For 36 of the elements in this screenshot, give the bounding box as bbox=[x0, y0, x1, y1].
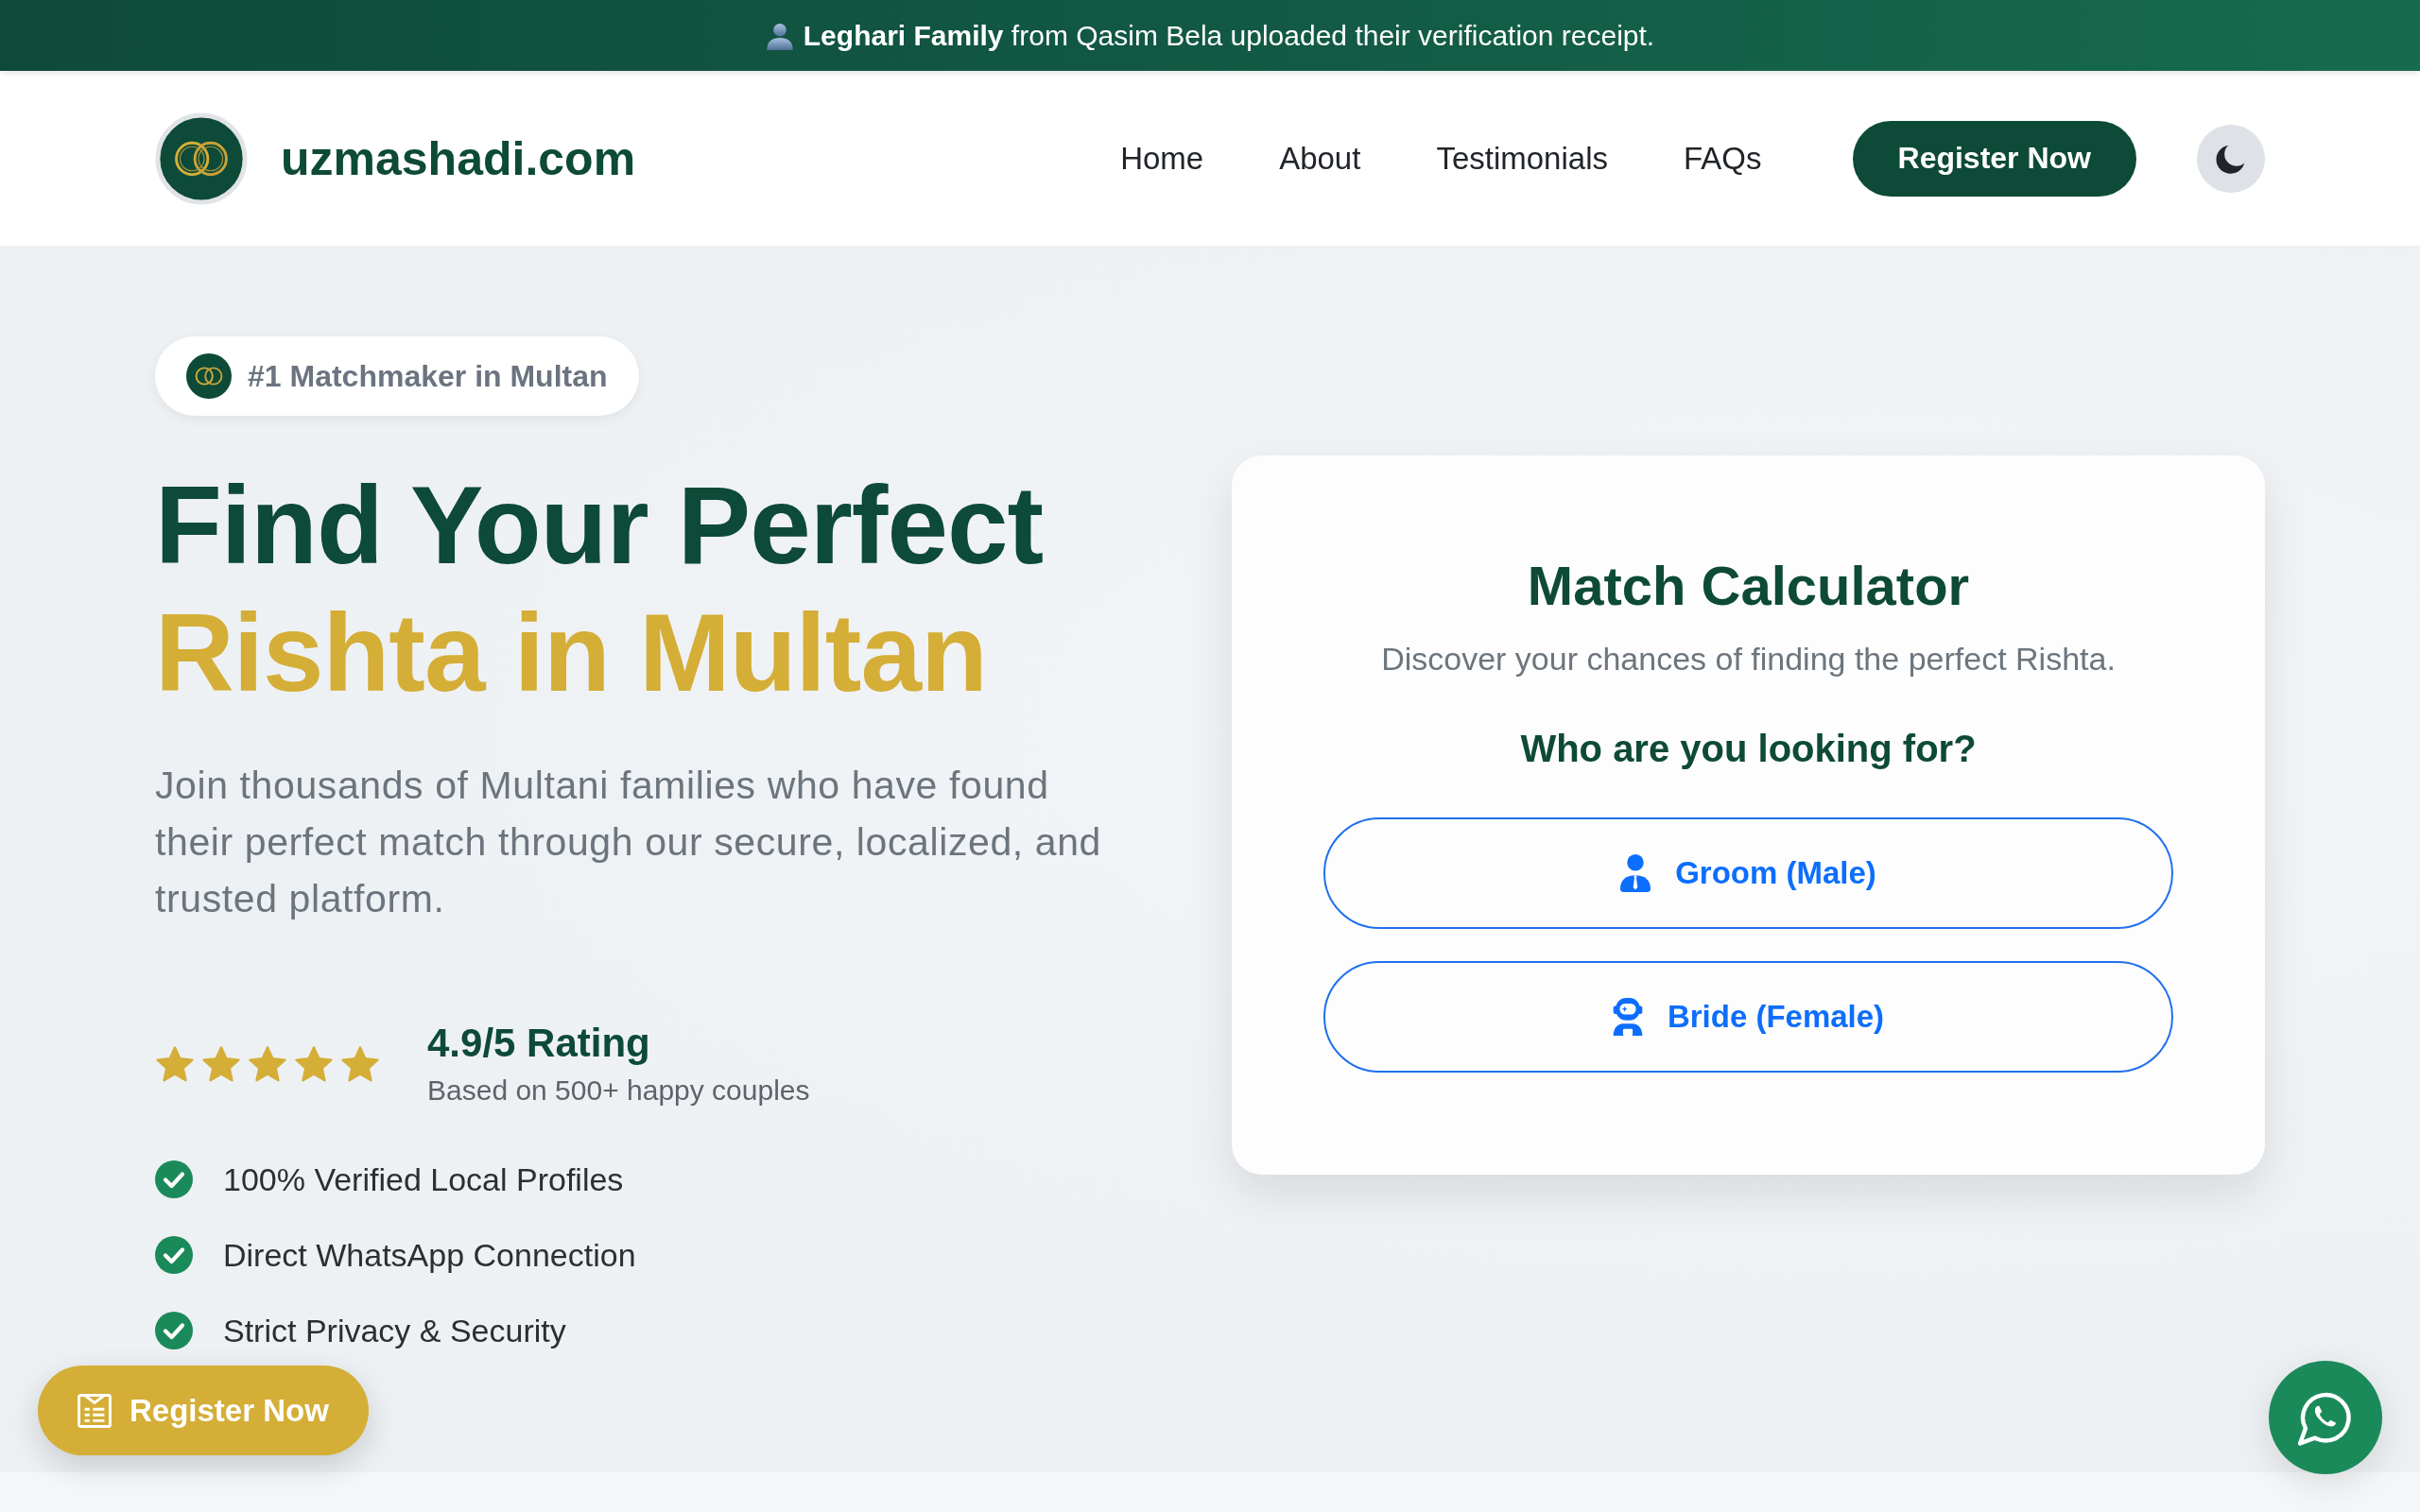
star-icon bbox=[248, 1046, 287, 1084]
nav-link[interactable]: About bbox=[1279, 140, 1361, 177]
nav-link[interactable]: Home bbox=[1120, 140, 1204, 177]
user-icon bbox=[765, 21, 794, 50]
hero-heading: Find Your Perfect bbox=[155, 463, 1044, 589]
brand-name-link[interactable]: uzmashadi.com bbox=[281, 130, 636, 186]
hero-heading-accent: Rishta in Multan bbox=[155, 591, 987, 716]
question-text: Who are you looking for? bbox=[1519, 727, 1978, 771]
star-icon bbox=[340, 1046, 380, 1084]
man-icon bbox=[1620, 854, 1651, 892]
star-icon bbox=[201, 1046, 241, 1084]
star-icon bbox=[155, 1046, 195, 1084]
hero-description: Join thousands of Multani families who have found their perfect match through our secure, localized, and trusted platform. bbox=[155, 763, 1102, 922]
announcement-text: Leghari Family from Qasim Bela uploaded their verification receipt. bbox=[803, 19, 1655, 52]
nav-link[interactable]: Testimonials bbox=[1436, 140, 1608, 177]
feature-text: 100% Verified Local Profiles bbox=[223, 1160, 624, 1198]
check-circle-icon bbox=[155, 1160, 193, 1198]
badge-text: #1 Matchmaker in Multan bbox=[248, 358, 608, 394]
nav-link[interactable]: FAQs bbox=[1684, 140, 1762, 177]
option-button[interactable]: Groom (Male) bbox=[1323, 817, 2173, 929]
check-circle-icon bbox=[155, 1312, 193, 1349]
feature-text: Strict Privacy & Security bbox=[223, 1312, 566, 1349]
rating-caption: Based on 500+ happy couples bbox=[427, 1074, 810, 1108]
feature-text: Direct WhatsApp Connection bbox=[223, 1236, 636, 1274]
option-button[interactable]: Bride (Female) bbox=[1323, 961, 2173, 1073]
rating-score: 4.9/5 Rating bbox=[427, 1020, 651, 1067]
form-icon bbox=[78, 1393, 112, 1428]
check-circle-icon bbox=[155, 1236, 193, 1274]
card-title: Match Calculator bbox=[1526, 554, 1971, 618]
register-button[interactable]: Register Now bbox=[1852, 120, 2136, 197]
star-icon bbox=[294, 1046, 334, 1084]
rings-logo-icon bbox=[186, 353, 232, 399]
rings-logo-icon bbox=[155, 112, 248, 205]
moon-icon bbox=[2216, 143, 2246, 174]
astronaut-icon bbox=[1612, 998, 1643, 1036]
card-subtitle: Discover your chances of finding the perfect Rishta. bbox=[1380, 640, 2117, 679]
